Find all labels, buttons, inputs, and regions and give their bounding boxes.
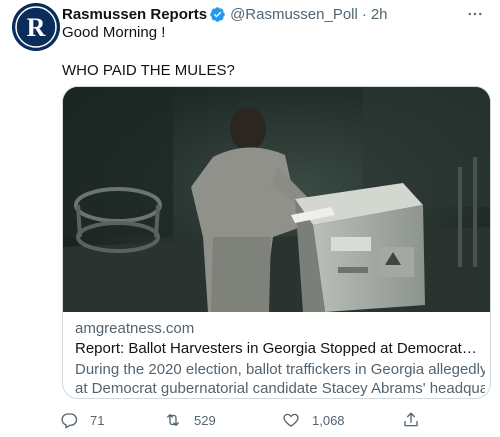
tweet-timestamp[interactable]: 2h <box>371 6 388 23</box>
retweet-icon <box>164 411 182 429</box>
svg-text:R: R <box>27 13 46 42</box>
action-bar: 71 529 1,068 <box>52 408 492 432</box>
author-name[interactable]: Rasmussen Reports <box>62 6 207 23</box>
reply-icon <box>60 411 78 429</box>
more-options-icon[interactable] <box>464 4 486 24</box>
tweet-header: Rasmussen Reports @Rasmussen_Poll · 2h <box>62 4 488 24</box>
card-image[interactable] <box>63 87 490 312</box>
card-description: During the 2020 election, ballot traffic… <box>75 360 485 398</box>
link-card[interactable]: amgreatness.com Report: Ballot Harvester… <box>62 86 491 399</box>
avatar[interactable]: R <box>12 3 60 51</box>
retweet-count: 529 <box>194 412 216 428</box>
share-button[interactable] <box>402 408 420 432</box>
verified-badge-icon <box>209 6 226 23</box>
card-description-line: During the 2020 election, ballot traffic… <box>75 361 485 378</box>
like-button[interactable]: 1,068 <box>282 408 345 432</box>
reply-button[interactable]: 71 <box>60 408 104 432</box>
security-camera-photo <box>63 87 490 312</box>
author-handle[interactable]: @Rasmussen_Poll <box>230 6 358 23</box>
card-domain: amgreatness.com <box>75 320 195 337</box>
share-icon <box>402 411 420 429</box>
like-count: 1,068 <box>312 412 345 428</box>
heart-icon <box>282 411 300 429</box>
rasmussen-logo: R <box>12 3 60 51</box>
separator-dot: · <box>361 5 367 23</box>
tweet-text-line: WHO PAID THE MULES? <box>62 62 235 79</box>
card-title: Report: Ballot Harvesters in Georgia Sto… <box>75 340 480 357</box>
reply-count: 71 <box>90 412 105 428</box>
tweet[interactable]: R Rasmussen Reports @Rasmussen_Poll · 2h… <box>0 0 500 437</box>
retweet-button[interactable]: 529 <box>164 408 216 432</box>
card-description-line: at Democrat gubernatorial candidate Stac… <box>75 380 485 397</box>
tweet-text-line: Good Morning ! <box>62 24 166 41</box>
